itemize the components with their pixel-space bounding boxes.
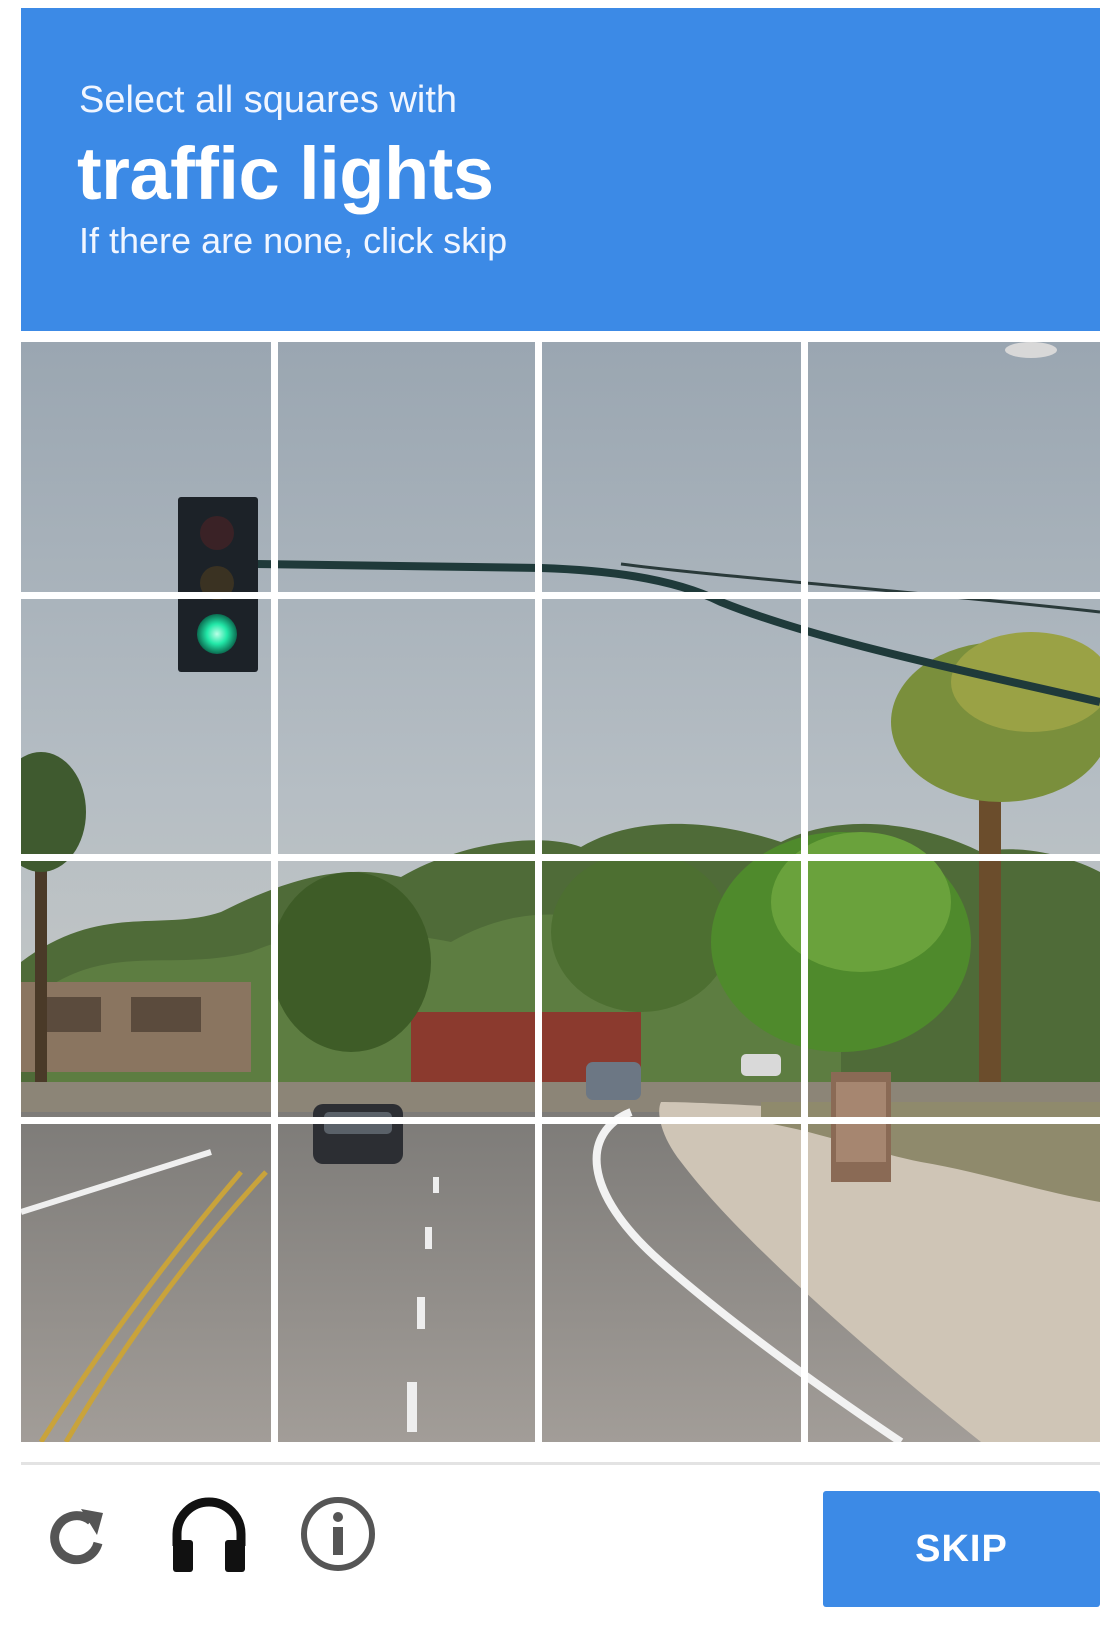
info-icon[interactable] xyxy=(298,1494,378,1574)
image-tile[interactable] xyxy=(542,342,801,592)
image-tile[interactable] xyxy=(808,342,1100,592)
footer-divider xyxy=(21,1462,1100,1465)
headphones-icon[interactable] xyxy=(169,1494,249,1574)
image-tile[interactable] xyxy=(808,861,1100,1117)
image-tile[interactable] xyxy=(542,1124,801,1442)
image-grid xyxy=(21,342,1100,1442)
grid-line-horizontal xyxy=(21,854,1100,861)
image-tile[interactable] xyxy=(542,861,801,1117)
hint-text: If there are none, click skip xyxy=(79,220,508,261)
image-tile[interactable] xyxy=(808,599,1100,854)
challenge-footer: SKIP xyxy=(21,1466,1100,1631)
instruction-text: Select all squares with xyxy=(79,79,458,121)
captcha-challenge: Select all squares with traffic lights I… xyxy=(0,0,1100,1631)
grid-line-horizontal xyxy=(21,592,1100,599)
grid-line-horizontal xyxy=(21,1117,1100,1124)
grid-line-vertical xyxy=(801,342,808,1442)
image-tile[interactable] xyxy=(21,861,271,1117)
image-tile[interactable] xyxy=(278,861,535,1117)
reload-icon[interactable] xyxy=(41,1501,111,1571)
grid-line-vertical xyxy=(535,342,542,1442)
image-tile[interactable] xyxy=(278,1124,535,1442)
tile-grid xyxy=(21,342,1100,1442)
skip-button[interactable]: SKIP xyxy=(823,1491,1100,1607)
challenge-header: Select all squares with traffic lights I… xyxy=(21,8,1100,331)
image-tile[interactable] xyxy=(278,599,535,854)
image-tile[interactable] xyxy=(542,599,801,854)
image-tile[interactable] xyxy=(278,342,535,592)
image-tile[interactable] xyxy=(21,342,271,592)
grid-line-vertical xyxy=(271,342,278,1442)
image-tile[interactable] xyxy=(21,599,271,854)
image-tile[interactable] xyxy=(808,1124,1100,1442)
target-object-text: traffic lights xyxy=(77,132,494,215)
image-tile[interactable] xyxy=(21,1124,271,1442)
